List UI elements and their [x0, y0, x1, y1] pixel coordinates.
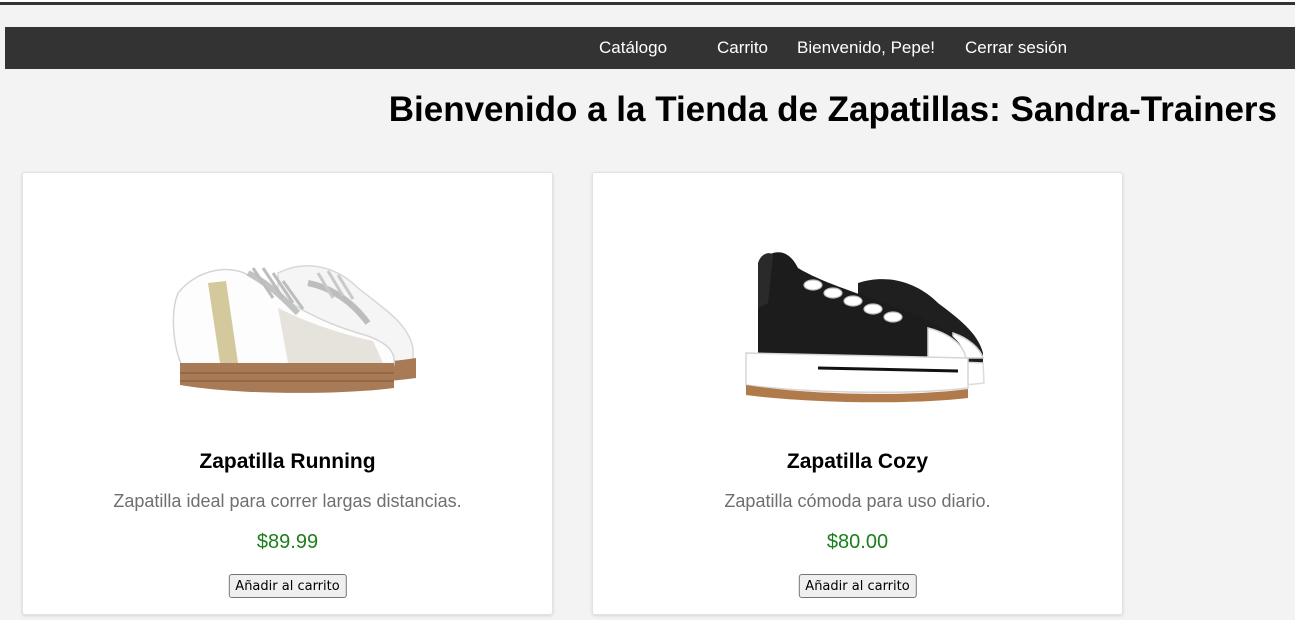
add-to-cart-button[interactable]: Añadir al carrito — [798, 574, 917, 598]
product-image-cozy — [745, 252, 985, 403]
product-card: Zapatilla Running Zapatilla ideal para c… — [22, 172, 553, 615]
product-price: $80.00 — [826, 531, 889, 553]
page-title: Bienvenido a la Tienda de Zapatillas: Sa… — [388, 90, 1277, 129]
navbar: Catálogo Carrito Bienvenido, Pepe! Cerra… — [5, 27, 1295, 69]
top-border — [0, 0, 1295, 5]
add-to-cart-button[interactable]: Añadir al carrito — [228, 574, 347, 598]
product-card: Zapatilla Cozy Zapatilla cómoda para uso… — [592, 172, 1123, 615]
product-name: Zapatilla Cozy — [786, 450, 929, 473]
product-description: Zapatilla ideal para correr largas dista… — [113, 491, 462, 511]
nav-link-catalogo[interactable]: Catálogo — [599, 27, 667, 69]
product-description: Zapatilla cómoda para uso diario. — [724, 491, 991, 511]
product-price: $89.99 — [256, 531, 319, 553]
nav-link-carrito[interactable]: Carrito — [717, 27, 768, 69]
welcome-message: Bienvenido, Pepe! — [797, 38, 935, 57]
nav-link-logout[interactable]: Cerrar sesión — [965, 27, 1067, 69]
product-name: Zapatilla Running — [199, 450, 376, 473]
product-image-running — [172, 265, 416, 393]
